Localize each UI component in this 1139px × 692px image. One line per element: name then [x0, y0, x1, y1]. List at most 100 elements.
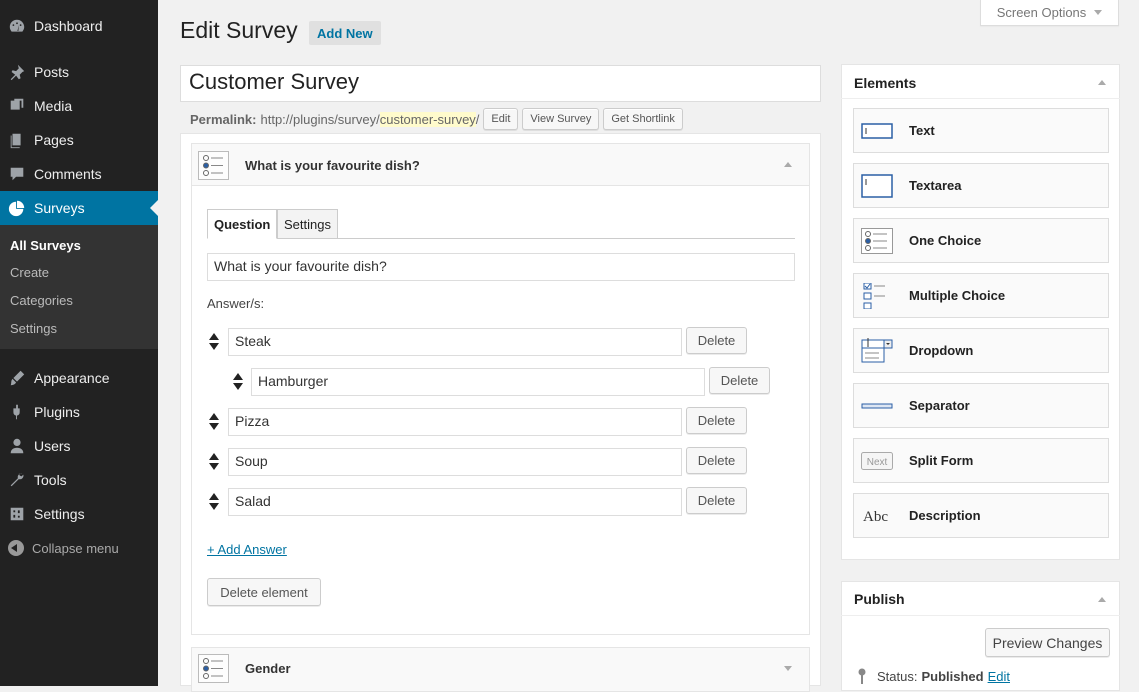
palette-item-textarea[interactable]: Textarea — [853, 163, 1109, 208]
survey-title-input[interactable]: Customer Survey — [180, 65, 821, 102]
brush-icon — [0, 369, 34, 387]
dropdown-icon — [861, 338, 893, 363]
sidebar-item-users[interactable]: Users — [0, 429, 158, 463]
sidebar-item-pages[interactable]: Pages — [0, 123, 158, 157]
sidebar-item-label: Tools — [34, 472, 67, 488]
sidebar-item-label: Posts — [34, 64, 70, 80]
pin-icon — [858, 668, 866, 684]
palette-item-multiple-choice[interactable]: Multiple Choice — [853, 273, 1109, 318]
publish-status-row: Status: Published Edit — [857, 668, 1010, 684]
tab-question[interactable]: Question — [207, 209, 278, 239]
sidebar-item-surveys[interactable]: Surveys — [0, 191, 158, 225]
radio-list-icon — [861, 228, 893, 254]
palette-item-label: Dropdown — [909, 343, 974, 358]
palette-item-split-form[interactable]: Next Split Form — [853, 438, 1109, 483]
sort-handle-icon[interactable] — [209, 453, 219, 471]
submenu-settings[interactable]: Settings — [10, 321, 57, 336]
sort-handle-icon[interactable] — [209, 413, 219, 431]
sidebar-item-label: Dashboard — [34, 18, 103, 34]
sidebar-item-posts[interactable]: Posts — [0, 55, 158, 89]
sidebar-item-plugins[interactable]: Plugins — [0, 395, 158, 429]
sort-handle-icon[interactable] — [233, 373, 243, 391]
permalink-slug[interactable]: customer-survey — [379, 111, 476, 127]
wrench-icon — [0, 471, 34, 489]
add-answer-link[interactable]: + Add Answer — [207, 542, 287, 557]
preview-changes-button[interactable]: Preview Changes — [985, 628, 1110, 657]
permalink-label: Permalink: — [190, 111, 257, 127]
edit-permalink-button[interactable]: Edit — [483, 108, 519, 130]
surveys-submenu: All Surveys Create Categories Settings — [0, 225, 158, 349]
palette-item-separator[interactable]: Separator — [853, 383, 1109, 428]
screen-options-button[interactable]: Screen Options — [980, 0, 1119, 26]
sidebar-item-appearance[interactable]: Appearance — [0, 361, 158, 395]
delete-answer-button[interactable]: Delete — [686, 487, 747, 514]
publish-panel-title: Publish — [854, 591, 905, 607]
submenu-all-surveys[interactable]: All Surveys — [10, 238, 81, 253]
chevron-down-icon — [1094, 10, 1103, 15]
separator-icon — [861, 403, 893, 409]
answer-input[interactable]: Soup — [228, 448, 682, 476]
palette-item-label: Text — [909, 123, 935, 138]
svg-text:Next: Next — [867, 457, 888, 468]
collapse-label: Collapse menu — [32, 540, 119, 556]
sort-handle-icon[interactable] — [209, 493, 219, 511]
sidebar-item-dashboard[interactable]: Dashboard — [0, 9, 158, 43]
palette-item-description[interactable]: Abc Description — [853, 493, 1109, 538]
expand-toggle-icon[interactable] — [784, 666, 792, 671]
delete-answer-button[interactable]: Delete — [686, 447, 747, 474]
palette-item-label: Separator — [909, 398, 970, 413]
palette-item-label: Textarea — [909, 178, 962, 193]
sidebar-item-tools[interactable]: Tools — [0, 463, 158, 497]
view-survey-button[interactable]: View Survey — [522, 108, 600, 130]
collapse-menu-button[interactable]: Collapse menu — [0, 537, 158, 559]
dashboard-icon — [0, 17, 34, 35]
textarea-icon — [861, 174, 893, 198]
comments-icon — [0, 165, 34, 183]
collapse-toggle-icon[interactable] — [1098, 80, 1106, 85]
settings-icon — [0, 505, 34, 523]
delete-element-button[interactable]: Delete element — [207, 578, 321, 606]
permalink-base: http://plugins/survey/ — [260, 111, 380, 127]
answer-input[interactable]: Steak — [228, 328, 682, 356]
edit-status-link[interactable]: Edit — [988, 669, 1010, 684]
next-button-icon: Next — [861, 452, 893, 470]
sidebar-item-media[interactable]: Media — [0, 89, 158, 123]
palette-item-one-choice[interactable]: One Choice — [853, 218, 1109, 263]
question-input[interactable]: What is your favourite dish? — [207, 253, 795, 281]
palette-item-label: Multiple Choice — [909, 288, 1006, 303]
collapse-toggle-icon[interactable] — [784, 162, 792, 167]
delete-answer-button[interactable]: Delete — [686, 327, 747, 354]
sidebar-item-settings[interactable]: Settings — [0, 497, 158, 531]
sort-handle-icon[interactable] — [209, 333, 219, 351]
collapse-toggle-icon[interactable] — [1098, 597, 1106, 602]
palette-item-text[interactable]: Text — [853, 108, 1109, 153]
sidebar-item-label: Settings — [34, 506, 85, 522]
element-title: Gender — [245, 661, 291, 676]
palette-item-dropdown[interactable]: Dropdown — [853, 328, 1109, 373]
media-icon — [0, 97, 34, 115]
palette-item-label: Split Form — [909, 453, 974, 468]
sidebar-item-label: Appearance — [34, 370, 110, 386]
sidebar-item-label: Comments — [34, 166, 102, 182]
answer-input[interactable]: Hamburger — [251, 368, 705, 396]
submenu-categories[interactable]: Categories — [10, 293, 73, 308]
checkbox-list-icon — [863, 283, 885, 309]
answer-input[interactable]: Salad — [228, 488, 682, 516]
add-new-button[interactable]: Add New — [309, 21, 381, 45]
answers-label: Answer/s: — [207, 296, 265, 311]
answer-input[interactable]: Pizza — [228, 408, 682, 436]
submenu-create[interactable]: Create — [10, 265, 49, 280]
sidebar-item-comments[interactable]: Comments — [0, 157, 158, 191]
status-label: Status: — [877, 668, 918, 684]
tab-settings[interactable]: Settings — [277, 209, 338, 239]
delete-answer-button[interactable]: Delete — [709, 367, 770, 394]
get-shortlink-button[interactable]: Get Shortlink — [603, 108, 683, 130]
sidebar-item-label: Surveys — [34, 200, 85, 216]
palette-item-label: Description — [909, 508, 981, 523]
permalink-end: / — [475, 111, 480, 127]
delete-answer-button[interactable]: Delete — [686, 407, 747, 434]
pages-icon — [0, 131, 34, 149]
user-icon — [0, 437, 34, 455]
sidebar-item-label: Pages — [34, 132, 74, 148]
screen-options-label: Screen Options — [996, 5, 1087, 20]
